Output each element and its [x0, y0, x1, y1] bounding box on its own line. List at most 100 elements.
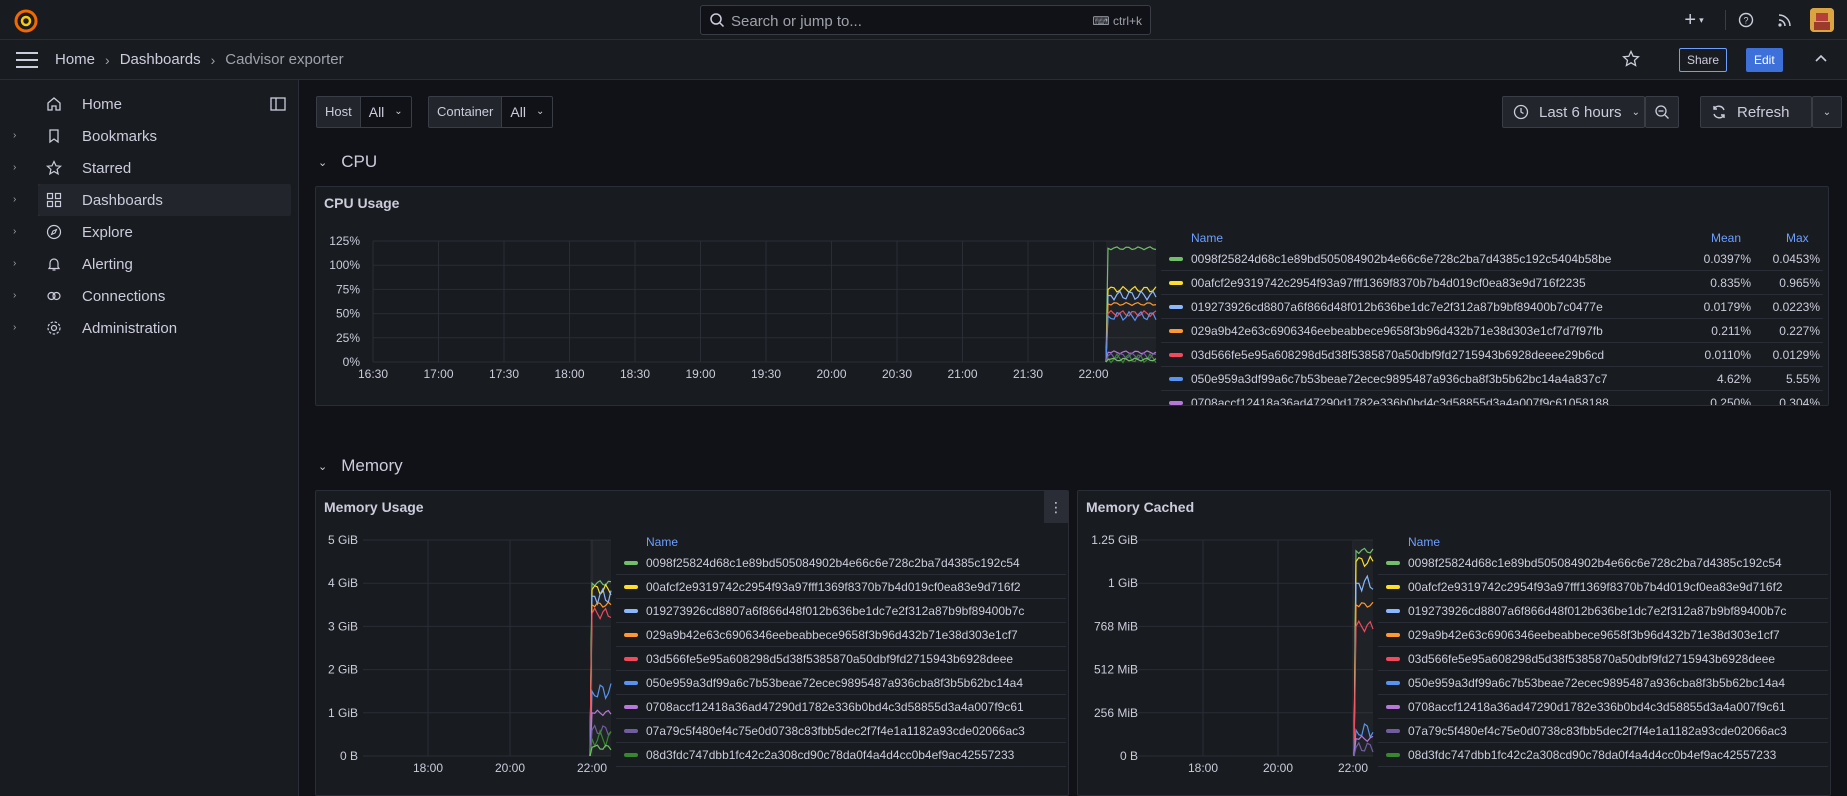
- memory-cached-graph[interactable]: 1.25 GiB 1 GiB 768 MiB 512 MiB 256 MiB 0 B 18:…: [1078, 531, 1378, 796]
- legend-item[interactable]: 0098f25824d68c1e89bd505084902b4e66c6e728…: [616, 551, 1066, 575]
- chevron-right-icon[interactable]: ›: [13, 194, 16, 205]
- legend-swatch: [1386, 753, 1400, 757]
- legend-series-name: 00afcf2e9319742c2954f93a97fff1369f8370b7…: [1191, 276, 1586, 290]
- legend-item[interactable]: 019273926cd8807a6f866d48f012b636be1dc7e2…: [616, 599, 1066, 623]
- legend-item[interactable]: 00afcf2e9319742c2954f93a97fff1369f8370b7…: [1161, 271, 1823, 295]
- edit-button[interactable]: Edit: [1746, 48, 1783, 72]
- help-button[interactable]: ?: [1736, 10, 1756, 30]
- chevron-down-icon: ⌄: [394, 106, 403, 117]
- legend-item[interactable]: 00afcf2e9319742c2954f93a97fff1369f8370b7…: [1378, 575, 1828, 599]
- breadcrumb-dashboards[interactable]: Dashboards: [120, 51, 201, 68]
- refresh-interval-picker[interactable]: ⌄: [1812, 96, 1842, 128]
- legend-swatch: [624, 753, 638, 757]
- chevron-right-icon[interactable]: ›: [13, 162, 16, 173]
- new-menu-button[interactable]: + ▾: [1680, 9, 1708, 31]
- menu-icon[interactable]: [16, 52, 38, 68]
- legend-item[interactable]: 03d566fe5e95a608298d5d38f5385870a50dbf9f…: [1378, 647, 1828, 671]
- y-tick-label: 2 GiB: [328, 663, 358, 677]
- star-icon[interactable]: [1622, 50, 1640, 68]
- sidebar-item-dashboards[interactable]: Dashboards: [38, 184, 291, 216]
- y-tick-label: 50%: [336, 307, 360, 321]
- legend-header-max[interactable]: Max: [1786, 231, 1809, 245]
- x-tick-label: 22:00: [577, 761, 607, 775]
- legend-item[interactable]: 029a9b42e63c6906346eebeabbece9658f3b96d4…: [1161, 319, 1823, 343]
- chevron-down-icon: ⌄: [1822, 106, 1832, 118]
- x-tick-label: 19:00: [685, 367, 715, 381]
- sidebar-item-label: Home: [82, 96, 123, 113]
- legend-item[interactable]: 08d3fdc747dbb1fc42c2a308cd90c78da0f4a4d4…: [616, 743, 1066, 767]
- variable-host-select[interactable]: All ⌄: [359, 96, 412, 128]
- sidebar-item-starred[interactable]: › Starred: [0, 152, 299, 184]
- sync-icon: [1713, 105, 1725, 119]
- x-tick-label: 20:30: [882, 367, 912, 381]
- legend-item[interactable]: 08d3fdc747dbb1fc42c2a308cd90c78da0f4a4d4…: [1378, 743, 1828, 767]
- chevron-up-icon[interactable]: [1812, 50, 1830, 68]
- legend-series-name: 00afcf2e9319742c2954f93a97fff1369f8370b7…: [646, 580, 1021, 594]
- search-input[interactable]: Search or jump to... ⌨ ctrl+k: [700, 5, 1151, 35]
- svg-text:?: ?: [1743, 16, 1748, 26]
- x-tick-label: 18:00: [554, 367, 584, 381]
- legend-item[interactable]: 029a9b42e63c6906346eebeabbece9658f3b96d4…: [616, 623, 1066, 647]
- sidebar-item-connections[interactable]: › Connections: [0, 280, 299, 312]
- legend-swatch: [1386, 681, 1400, 685]
- sidebar-item-administration[interactable]: › Administration: [0, 312, 299, 344]
- legend-item[interactable]: 03d566fe5e95a608298d5d38f5385870a50dbf9f…: [616, 647, 1066, 671]
- legend-max-value: 0.965%: [1779, 276, 1820, 290]
- chevron-right-icon[interactable]: ›: [13, 226, 16, 237]
- chevron-right-icon[interactable]: ›: [13, 130, 16, 141]
- x-tick-label: 20:00: [495, 761, 525, 775]
- sidebar-item-bookmarks[interactable]: › Bookmarks: [0, 120, 299, 152]
- row-header-memory[interactable]: ⌄ Memory: [318, 454, 403, 478]
- x-tick-label: 19:30: [751, 367, 781, 381]
- legend-item[interactable]: 050e959a3df99a6c7b53beae72ecec9895487a93…: [1161, 367, 1823, 391]
- news-button[interactable]: [1775, 10, 1795, 30]
- legend-item[interactable]: 050e959a3df99a6c7b53beae72ecec9895487a93…: [1378, 671, 1828, 695]
- legend-swatch: [1169, 281, 1183, 285]
- zoom-out-icon: [1655, 105, 1669, 119]
- keyboard-icon: ⌨: [1092, 14, 1113, 28]
- legend-item[interactable]: 0708accf12418a36ad47290d1782e336b0bd4c3d…: [1378, 695, 1828, 719]
- legend-header-name[interactable]: Name: [1191, 231, 1223, 245]
- legend-item[interactable]: 07a79c5f480ef4c75e0d0738c83fbb5dec2f7f4e…: [1378, 719, 1828, 743]
- sidebar-item-explore[interactable]: › Explore: [0, 216, 299, 248]
- user-avatar[interactable]: [1810, 8, 1834, 32]
- breadcrumb-home[interactable]: Home: [55, 51, 95, 68]
- legend-item[interactable]: 03d566fe5e95a608298d5d38f5385870a50dbf9f…: [1161, 343, 1823, 367]
- legend-item[interactable]: 019273926cd8807a6f866d48f012b636be1dc7e2…: [1161, 295, 1823, 319]
- x-tick-label: 22:00: [1338, 761, 1368, 775]
- legend-item[interactable]: 0098f25824d68c1e89bd505084902b4e66c6e728…: [1378, 551, 1828, 575]
- sidebar-item-home[interactable]: Home: [0, 88, 299, 120]
- legend-item[interactable]: 07a79c5f480ef4c75e0d0738c83fbb5dec2f7f4e…: [616, 719, 1066, 743]
- legend-item[interactable]: 0098f25824d68c1e89bd505084902b4e66c6e728…: [1161, 247, 1823, 271]
- legend-header-name[interactable]: Name: [1408, 535, 1440, 549]
- legend-item[interactable]: 0708accf12418a36ad47290d1782e336b0bd4c3d…: [1161, 391, 1823, 405]
- sidebar-item-alerting[interactable]: › Alerting: [0, 248, 299, 280]
- top-bar: Search or jump to... ⌨ ctrl+k + ▾ ?: [0, 0, 1847, 40]
- time-range-label: Last 6 hours: [1539, 103, 1622, 121]
- refresh-label: Refresh: [1737, 103, 1790, 121]
- chevron-right-icon[interactable]: ›: [13, 322, 16, 333]
- refresh-button[interactable]: Refresh: [1700, 96, 1812, 128]
- memory-usage-graph[interactable]: 5 GiB 4 GiB 3 GiB 2 GiB 1 GiB 0 B 18:00 20:00 22…: [316, 531, 616, 796]
- grafana-logo-icon[interactable]: [14, 9, 38, 33]
- legend-header-mean[interactable]: Mean: [1711, 231, 1741, 245]
- zoom-out-button[interactable]: [1645, 96, 1679, 128]
- legend-item[interactable]: 00afcf2e9319742c2954f93a97fff1369f8370b7…: [616, 575, 1066, 599]
- legend-item[interactable]: 050e959a3df99a6c7b53beae72ecec9895487a93…: [616, 671, 1066, 695]
- legend-item[interactable]: 029a9b42e63c6906346eebeabbece9658f3b96d4…: [1378, 623, 1828, 647]
- legend-item[interactable]: 0708accf12418a36ad47290d1782e336b0bd4c3d…: [616, 695, 1066, 719]
- row-header-cpu[interactable]: ⌄ CPU: [318, 150, 377, 174]
- y-tick-label: 1 GiB: [328, 706, 358, 720]
- share-button[interactable]: Share: [1679, 48, 1728, 72]
- variable-container-select[interactable]: All ⌄: [501, 96, 554, 128]
- legend-header-name[interactable]: Name: [646, 535, 678, 549]
- chevron-right-icon[interactable]: ›: [13, 290, 16, 301]
- legend-item[interactable]: 019273926cd8807a6f866d48f012b636be1dc7e2…: [1378, 599, 1828, 623]
- legend-swatch: [1386, 561, 1400, 565]
- legend-series-name: 07a79c5f480ef4c75e0d0738c83fbb5dec2f7f4e…: [1408, 724, 1787, 738]
- panel-menu-button[interactable]: ⋮: [1044, 491, 1068, 523]
- chevron-right-icon[interactable]: ›: [13, 258, 16, 269]
- time-range-picker[interactable]: Last 6 hours ⌄: [1502, 96, 1645, 128]
- memory-usage-legend: Name 0098f25824d68c1e89bd505084902b4e66c…: [616, 527, 1068, 795]
- cpu-usage-graph[interactable]: 125%100%75%50%25%0%16:30 17:00 17:30 18:00 1…: [316, 227, 1166, 406]
